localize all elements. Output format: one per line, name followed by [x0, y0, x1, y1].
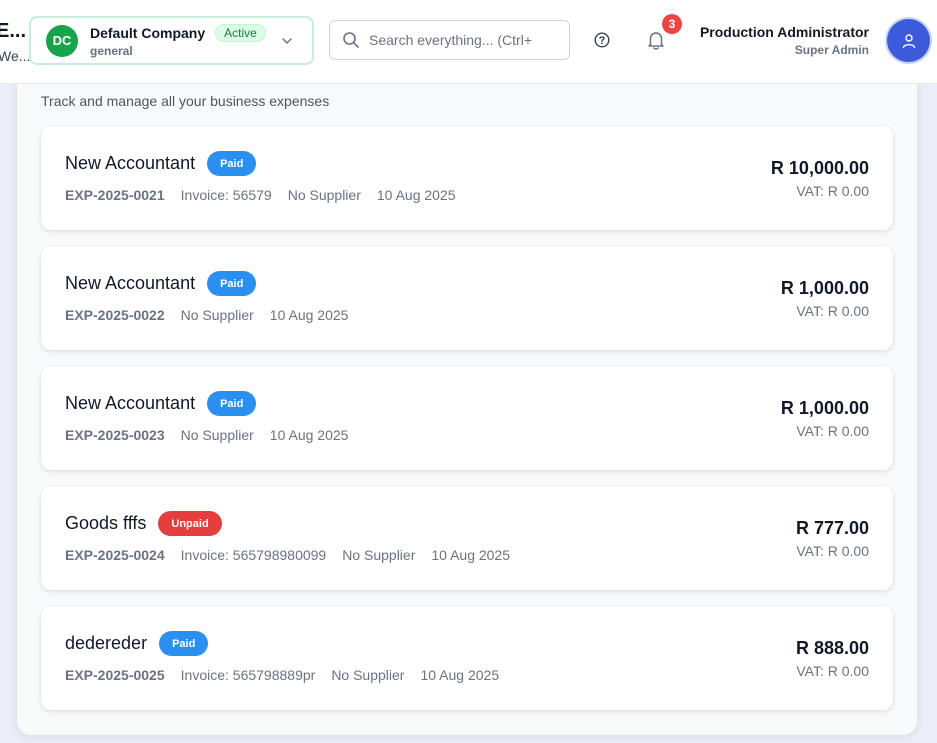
- expense-vat: VAT: R 0.00: [796, 183, 869, 199]
- expense-vat: VAT: R 0.00: [796, 423, 869, 439]
- expense-title-row: dedereder Paid: [65, 631, 209, 656]
- expense-invoice: Invoice: 56579: [180, 187, 272, 203]
- status-badge: Paid: [207, 151, 257, 176]
- expense-amount: R 1,000.00: [780, 278, 869, 298]
- expense-title: New Accountant: [65, 393, 196, 413]
- company-status-badge: Active: [215, 23, 266, 42]
- expense-title: New Accountant: [65, 153, 196, 173]
- expense-amount: R 10,000.00: [770, 158, 869, 178]
- expense-vat: VAT: R 0.00: [796, 543, 869, 559]
- user-icon: [902, 33, 915, 48]
- expense-vat: VAT: R 0.00: [796, 303, 869, 319]
- expense-card[interactable]: New Accountant Paid EXP-2025-0021 Invoic…: [41, 126, 893, 230]
- top-bar: E... We... DC Default Company Active gen…: [0, 0, 937, 84]
- expense-vat: VAT: R 0.00: [796, 663, 869, 679]
- company-type: general: [90, 43, 133, 58]
- company-switcher[interactable]: DC Default Company Active general: [29, 16, 314, 65]
- user-info: Production Administrator Super Admin: [700, 24, 869, 57]
- company-avatar: DC: [46, 24, 78, 57]
- expense-title: dedereder: [65, 633, 148, 653]
- expense-supplier: No Supplier: [180, 427, 254, 443]
- expense-supplier: No Supplier: [331, 667, 405, 683]
- expense-invoice: Invoice: 565798889pr: [180, 667, 316, 683]
- user-role: Super Admin: [794, 43, 869, 57]
- chevron-down-icon: [282, 38, 292, 44]
- expense-title-row: New Accountant Paid: [65, 151, 257, 176]
- expense-meta: EXP-2025-0024 Invoice: 565798980099 No S…: [65, 547, 526, 563]
- expense-meta: EXP-2025-0021 Invoice: 56579 No Supplier…: [65, 187, 472, 203]
- company-info: Default Company Active general: [90, 23, 266, 58]
- user-avatar[interactable]: [887, 19, 930, 62]
- expense-card[interactable]: New Accountant Paid EXP-2025-0023 No Sup…: [41, 366, 893, 470]
- status-badge: Paid: [207, 271, 257, 296]
- expense-number: EXP-2025-0025: [65, 667, 165, 683]
- expense-supplier: No Supplier: [287, 187, 361, 203]
- expense-date: 10 Aug 2025: [376, 187, 456, 203]
- expense-amount: R 888.00: [795, 638, 869, 658]
- global-search[interactable]: [329, 20, 570, 60]
- expense-amount: R 777.00: [795, 518, 869, 538]
- expense-amount: R 1,000.00: [780, 398, 869, 418]
- page-subtitle: We...: [0, 48, 31, 64]
- expense-supplier: No Supplier: [342, 547, 416, 563]
- expenses-panel: Track and manage all your business expen…: [17, 60, 917, 735]
- expense-invoice: Invoice: 565798980099: [180, 547, 327, 563]
- panel-subtitle: Track and manage all your business expen…: [41, 93, 330, 109]
- expense-meta: EXP-2025-0025 Invoice: 565798889pr No Su…: [65, 667, 515, 683]
- search-input[interactable]: [369, 32, 559, 48]
- expense-supplier: No Supplier: [180, 307, 254, 323]
- expense-date: 10 Aug 2025: [269, 427, 349, 443]
- notification-count-badge: 3: [662, 14, 682, 34]
- expense-title: Goods fffs: [65, 513, 147, 533]
- status-badge: Unpaid: [158, 511, 222, 536]
- expense-title-row: Goods fffs Unpaid: [65, 511, 222, 536]
- expense-meta: EXP-2025-0022 No Supplier 10 Aug 2025: [65, 307, 364, 323]
- expense-number: EXP-2025-0021: [65, 187, 165, 203]
- expense-date: 10 Aug 2025: [269, 307, 349, 323]
- help-circle-icon[interactable]: [592, 30, 612, 50]
- expense-card[interactable]: New Accountant Paid EXP-2025-0022 No Sup…: [41, 246, 893, 350]
- expense-number: EXP-2025-0023: [65, 427, 165, 443]
- status-badge: Paid: [159, 631, 209, 656]
- search-icon: [343, 32, 359, 48]
- expense-date: 10 Aug 2025: [431, 547, 511, 563]
- user-name: Production Administrator: [699, 24, 869, 40]
- expense-title-row: New Accountant Paid: [65, 271, 257, 296]
- company-name: Default Company: [90, 24, 206, 41]
- expense-meta: EXP-2025-0023 No Supplier 10 Aug 2025: [65, 427, 364, 443]
- page-title: E...: [0, 20, 27, 42]
- expense-number: EXP-2025-0024: [65, 547, 165, 563]
- bell-icon[interactable]: [644, 28, 668, 52]
- expense-title: New Accountant: [65, 273, 196, 293]
- expense-card[interactable]: dedereder Paid EXP-2025-0025 Invoice: 56…: [41, 606, 893, 710]
- status-badge: Paid: [207, 391, 257, 416]
- expense-title-row: New Accountant Paid: [65, 391, 257, 416]
- expense-number: EXP-2025-0022: [65, 307, 165, 323]
- expense-card[interactable]: Goods fffs Unpaid EXP-2025-0024 Invoice:…: [41, 486, 893, 590]
- expense-date: 10 Aug 2025: [420, 667, 500, 683]
